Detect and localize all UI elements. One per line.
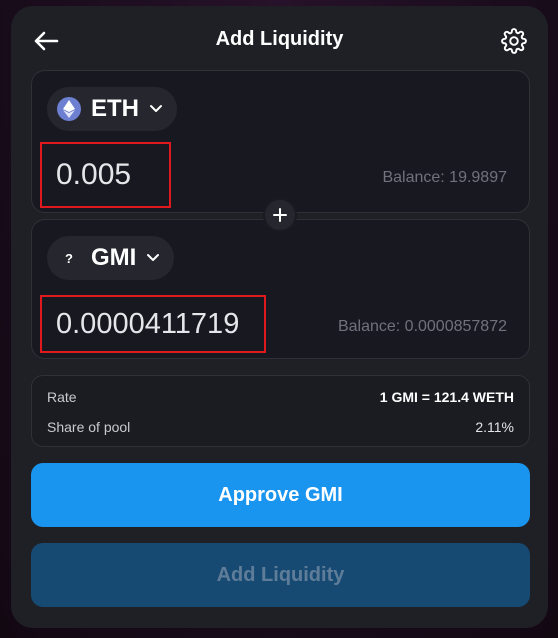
token-a-symbol: ETH	[91, 95, 139, 122]
share-value: 2.11%	[475, 419, 514, 435]
rate-value: 1 GMI = 121.4 WETH	[379, 389, 514, 405]
token-b-panel: ? GMI 0.0000411719 Balance: 0.0000857872	[31, 219, 530, 359]
token-a-balance: Balance: 19.9897	[382, 169, 507, 186]
settings-button[interactable]	[499, 26, 529, 56]
share-label: Share of pool	[47, 419, 131, 435]
add-liquidity-card: Add Liquidity ETH 0.005 Balance: 19.9897…	[11, 6, 548, 628]
header: Add Liquidity	[11, 6, 548, 76]
rate-label: Rate	[47, 389, 77, 405]
token-a-panel: ETH 0.005 Balance: 19.9897	[31, 70, 530, 213]
chevron-down-icon	[147, 254, 160, 261]
approve-button[interactable]: Approve GMI	[31, 463, 530, 527]
plus-icon	[273, 208, 287, 222]
pool-info-box: Rate 1 GMI = 121.4 WETH Share of pool 2.…	[31, 375, 530, 447]
ethereum-icon	[57, 97, 81, 121]
gear-icon	[501, 28, 527, 54]
share-row: Share of pool 2.11%	[47, 419, 514, 435]
add-liquidity-button[interactable]: Add Liquidity	[31, 543, 530, 607]
page: Add Liquidity ETH 0.005 Balance: 19.9897…	[0, 0, 558, 638]
rate-row: Rate 1 GMI = 121.4 WETH	[47, 389, 514, 405]
token-b-amount-input[interactable]: 0.0000411719	[40, 295, 266, 353]
question-mark-icon: ?	[65, 250, 73, 266]
token-a-amount-input[interactable]: 0.005	[40, 142, 171, 208]
chevron-down-icon	[150, 105, 162, 112]
token-b-balance: Balance: 0.0000857872	[337, 318, 507, 335]
token-b-selector[interactable]: ? GMI	[47, 236, 175, 280]
plus-button[interactable]	[263, 198, 297, 232]
token-a-selector[interactable]: ETH	[47, 87, 177, 131]
token-b-symbol: GMI	[91, 244, 137, 271]
page-title: Add Liquidity	[215, 28, 344, 50]
